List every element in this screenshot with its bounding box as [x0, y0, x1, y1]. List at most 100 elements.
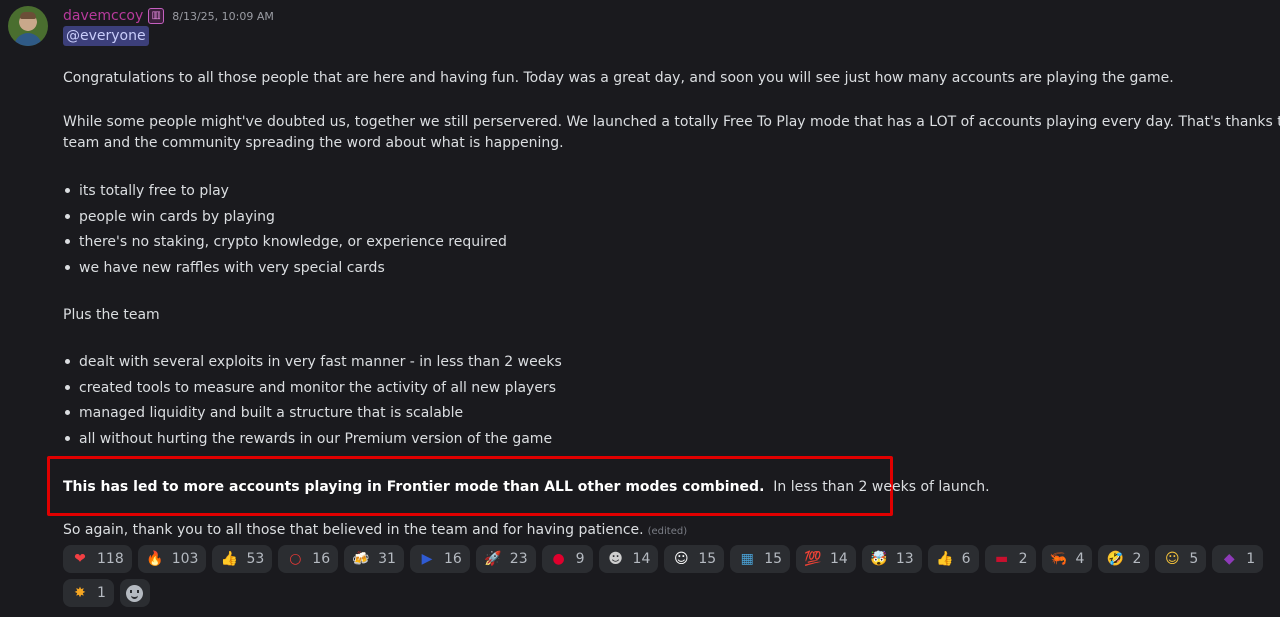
reaction-monster-face[interactable]: ☻ 14	[598, 545, 659, 573]
beers-icon: 🍻	[352, 551, 370, 567]
reaction-fire[interactable]: 🔥 103	[137, 545, 207, 573]
reaction-count: 5	[1189, 551, 1199, 567]
reaction-count: 23	[509, 551, 528, 567]
reactions-bar: ❤ 118 🔥 103 👍 53 ○ 16 🍻 31 ▶ 16 🚀 23 ● 9 ☻ 14 ☺ 15 ▦ 15 💯 14 🤯 13…	[63, 545, 1273, 607]
reaction-face-with-monocle[interactable]: ☺ 5	[1155, 545, 1207, 573]
list-item-text: all without hurting the rewards in our P…	[79, 431, 553, 447]
reaction-count: 14	[830, 551, 848, 567]
reaction-rocket[interactable]: 🚀 23	[475, 545, 536, 573]
face-with-monocle-icon: ☺	[1165, 551, 1180, 567]
closing-text: So again, thank you to all those that be…	[63, 522, 644, 538]
user-avatar[interactable]	[8, 6, 48, 46]
list-item: there's no staking, crypto knowledge, or…	[65, 232, 507, 252]
reaction-count: 118	[97, 551, 124, 567]
bullet-icon	[65, 264, 70, 270]
role-badge-icon[interactable]: ▥	[148, 8, 165, 24]
kenya-flag-icon: ▬	[994, 551, 1009, 567]
reaction-fire-character[interactable]: ✸ 1	[63, 579, 114, 607]
add-reaction-button[interactable]	[119, 579, 150, 607]
reaction-count: 9	[575, 551, 585, 567]
ninja-icon: ◆	[1223, 551, 1235, 567]
reaction-shrimp[interactable]: 🦐 4	[1041, 545, 1093, 573]
paragraph-doubted-line1: While some people might've doubted us, t…	[63, 114, 1280, 130]
highlight-statement: This has led to more accounts playing in…	[63, 477, 990, 498]
reaction-count: 13	[895, 551, 914, 567]
red-circle-icon: ○	[289, 551, 302, 567]
bullet-icon	[65, 358, 70, 364]
reaction-count: 16	[312, 551, 331, 567]
reaction-kenya-flag[interactable]: ▬ 2	[984, 545, 1036, 573]
rofl-icon: 🤣	[1106, 551, 1125, 567]
list-item-text: there's no staking, crypto knowledge, or…	[79, 234, 507, 250]
fire-icon: 🔥	[146, 551, 164, 567]
list-item-text: people win cards by playing	[79, 209, 275, 225]
reaction-rofl[interactable]: 🤣 2	[1098, 545, 1150, 573]
reaction-grin-face[interactable]: ☺ 15	[664, 545, 725, 573]
reaction-count: 53	[246, 551, 265, 567]
grin-face-icon: ☺	[674, 551, 689, 567]
plus-the-team: Plus the team	[63, 307, 160, 323]
list-item: its totally free to play	[65, 181, 229, 201]
bullet-icon	[65, 435, 70, 441]
reaction-count: 14	[632, 551, 651, 567]
shrimp-icon: 🦐	[1049, 551, 1068, 567]
thumbs-up-icon: 👍	[220, 551, 239, 567]
bullet-icon	[65, 238, 70, 244]
chat-message: davemccoy ▥ 8/13/25, 10:09 AM @everyone …	[0, 0, 1280, 617]
reaction-count: 15	[764, 551, 783, 567]
bullet-icon	[65, 187, 70, 193]
reaction-beers[interactable]: 🍻 31	[344, 545, 404, 573]
japan-flag-icon: ●	[552, 551, 565, 567]
list-item: dealt with several exploits in very fast…	[65, 352, 562, 372]
reaction-philippines-flag[interactable]: ▶ 16	[409, 545, 470, 573]
reaction-thumbs-up[interactable]: 👍 53	[212, 545, 273, 573]
highlight-bold-text: This has led to more accounts playing in…	[63, 479, 765, 495]
paragraph-congratulations: Congratulations to all those people that…	[63, 70, 1174, 86]
reaction-heart[interactable]: ❤ 118	[63, 545, 132, 573]
fire-character-icon: ✸	[74, 585, 86, 601]
paragraph-doubted-line2: team and the community spreading the wor…	[63, 135, 564, 151]
reaction-japan-flag[interactable]: ● 9	[541, 545, 593, 573]
reaction-red-circle[interactable]: ○ 16	[278, 545, 339, 573]
list-item: people win cards by playing	[65, 207, 275, 227]
list-item-text: its totally free to play	[79, 183, 229, 199]
bullet-icon	[65, 409, 70, 415]
reaction-count: 2	[1132, 551, 1142, 567]
reaction-count: 1	[1246, 551, 1256, 567]
hundred-points-icon: 💯	[804, 551, 822, 567]
reaction-count: 1	[97, 585, 106, 601]
reaction-thumbs-up-brown[interactable]: 👍 6	[927, 545, 979, 573]
bullet-icon	[65, 384, 70, 390]
highlight-rest-text: In less than 2 weeks of launch.	[773, 479, 990, 495]
everyone-mention[interactable]: @everyone	[63, 26, 149, 46]
list-item-text: we have new raffles with very special ca…	[79, 260, 385, 276]
list-item: managed liquidity and built a structure …	[65, 403, 463, 423]
list-item-text: created tools to measure and monitor the…	[79, 380, 556, 396]
reaction-count: 31	[378, 551, 396, 567]
reaction-count: 15	[698, 551, 717, 567]
list-item: created tools to measure and monitor the…	[65, 378, 556, 398]
heart-icon: ❤	[74, 551, 86, 567]
list-item-text: dealt with several exploits in very fast…	[79, 354, 562, 370]
reaction-count: 2	[1018, 551, 1028, 567]
exploding-face-icon: 🤯	[870, 551, 888, 567]
message-timestamp[interactable]: 8/13/25, 10:09 AM	[172, 10, 274, 23]
thumbs-up-brown-icon: 👍	[935, 551, 954, 567]
reaction-count: 4	[1075, 551, 1085, 567]
bullet-icon	[65, 213, 70, 219]
username[interactable]: davemccoy	[63, 8, 143, 24]
reaction-exploding-face[interactable]: 🤯 13	[861, 545, 922, 573]
reaction-count: 6	[961, 551, 971, 567]
list-item: all without hurting the rewards in our P…	[65, 429, 552, 449]
reaction-count: 103	[171, 551, 199, 567]
island-map-icon: ▦	[740, 551, 754, 567]
reaction-ninja[interactable]: ◆ 1	[1212, 545, 1264, 573]
reaction-hundred-points[interactable]: 💯 14	[796, 545, 856, 573]
philippines-flag-icon: ▶	[421, 551, 433, 567]
message-header: davemccoy ▥ 8/13/25, 10:09 AM	[63, 6, 274, 26]
reaction-island-map[interactable]: ▦ 15	[730, 545, 791, 573]
smiley-icon	[126, 584, 144, 602]
reaction-count: 16	[443, 551, 462, 567]
rocket-icon: 🚀	[484, 551, 502, 567]
monster-face-icon: ☻	[608, 551, 623, 567]
